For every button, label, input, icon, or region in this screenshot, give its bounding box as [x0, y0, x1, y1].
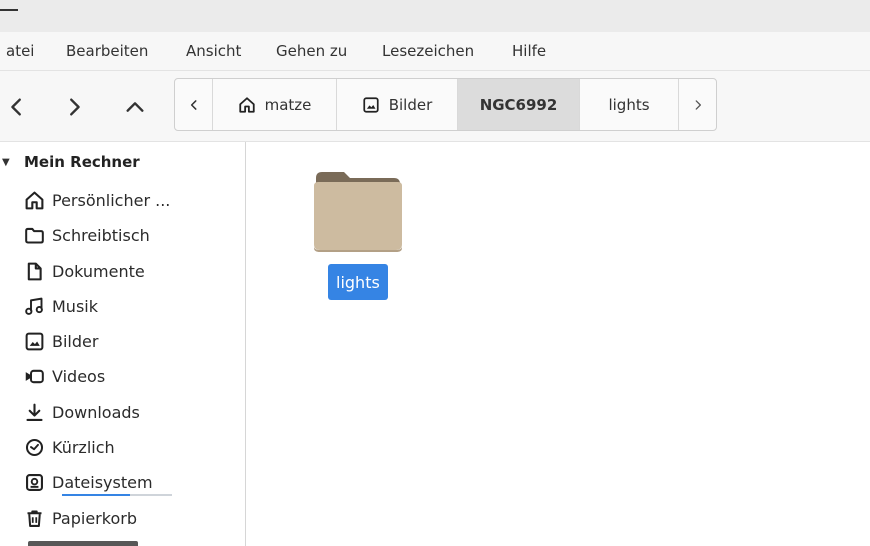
crumb-ngc6992[interactable]: NGC6992 — [458, 79, 580, 130]
crumb-matze[interactable]: matze — [213, 79, 337, 130]
path-bar: matze Bilder NGC6992 lights — [174, 78, 717, 131]
crumb-label: matze — [264, 95, 312, 114]
sidebar-item-label: Dokumente — [52, 261, 145, 281]
menu-file[interactable]: atei — [6, 42, 34, 60]
filesystem-usage-fill — [62, 494, 131, 496]
sidebar-item-label: Musik — [52, 296, 98, 316]
trash-icon — [27, 509, 42, 527]
crumb-label: Bilder — [388, 95, 433, 114]
crumb-label: NGC6992 — [479, 95, 558, 114]
menu-help[interactable]: Hilfe — [512, 42, 546, 60]
folder-icon — [25, 227, 44, 244]
sidebar-item-desktop[interactable]: Schreibtisch — [24, 223, 150, 247]
sidebar-item-label: Persönlicher ... — [52, 190, 171, 210]
title-bar — [0, 0, 870, 32]
sidebar-item-videos[interactable]: Videos — [24, 364, 105, 388]
sidebar-item-label: Downloads — [52, 402, 140, 422]
menu-bar: atei Bearbeiten Ansicht Gehen zu Lesezei… — [0, 32, 870, 71]
sidebar-item-label: Dateisystem — [52, 472, 153, 492]
sidebar-item-documents[interactable]: Dokumente — [24, 259, 145, 283]
image-icon — [363, 96, 379, 113]
file-view[interactable]: lights — [246, 142, 870, 546]
toolbar: matze Bilder NGC6992 lights — [0, 71, 870, 142]
sidebar: ▼ Mein Rechner Persönlicher ... Schreibt… — [0, 142, 246, 546]
forward-button[interactable] — [57, 91, 91, 123]
chevron-right-icon — [695, 99, 701, 110]
video-icon — [25, 369, 44, 383]
menu-view[interactable]: Ansicht — [186, 42, 241, 60]
crumb-label: lights — [608, 95, 650, 114]
window-menu-dash[interactable] — [0, 9, 18, 11]
image-icon — [25, 332, 44, 350]
chevron-left-icon — [11, 98, 21, 116]
path-scroll-right-button[interactable] — [679, 79, 716, 130]
folder-item[interactable]: lights — [312, 164, 404, 304]
chevron-left-icon — [190, 99, 197, 110]
sidebar-item-music[interactable]: Musik — [24, 294, 98, 318]
expander-icon[interactable]: ▼ — [2, 157, 12, 168]
sidebar-item-pictures[interactable]: Bilder — [24, 329, 98, 353]
up-button[interactable] — [118, 91, 152, 123]
section-my-computer[interactable]: ▼ Mein Rechner — [0, 151, 140, 173]
crumb-lights[interactable]: lights — [580, 79, 679, 130]
drive-icon — [26, 473, 43, 491]
folder-icon — [314, 172, 402, 252]
menu-go[interactable]: Gehen zu — [276, 42, 347, 60]
sidebar-item-home[interactable]: Persönlicher ... — [24, 188, 170, 212]
sidebar-item-filesystem[interactable]: Dateisystem — [24, 470, 153, 494]
home-icon — [238, 96, 255, 113]
section-label: Mein Rechner — [24, 153, 140, 171]
path-scroll-left-button[interactable] — [175, 79, 213, 130]
filesystem-usage-bar — [62, 494, 172, 496]
sidebar-item-downloads[interactable]: Downloads — [24, 400, 140, 424]
file-manager-window: atei Bearbeiten Ansicht Gehen zu Lesezei… — [0, 0, 870, 546]
back-button[interactable] — [0, 91, 34, 123]
sidebar-item-trash[interactable]: Papierkorb — [24, 506, 137, 530]
sidebar-item-label: Videos — [52, 366, 106, 386]
chevron-up-icon — [126, 102, 144, 112]
chevron-right-icon — [70, 98, 80, 116]
folder-name-label[interactable]: lights — [328, 264, 388, 300]
music-icon — [25, 297, 43, 315]
sidebar-item-recent[interactable]: Kürzlich — [24, 435, 115, 459]
home-icon — [25, 191, 44, 209]
sidebar-item-label: Schreibtisch — [52, 225, 150, 245]
sidebar-item-label: Kürzlich — [52, 437, 115, 457]
sidebar-item-label: Bilder — [52, 331, 99, 351]
sidebar-item-label: Papierkorb — [52, 508, 137, 528]
clock-icon — [25, 438, 44, 456]
crumb-bilder[interactable]: Bilder — [337, 79, 458, 130]
menu-bookmarks[interactable]: Lesezeichen — [382, 42, 474, 60]
download-icon — [26, 403, 43, 421]
menu-edit[interactable]: Bearbeiten — [66, 42, 148, 60]
document-icon — [27, 262, 42, 280]
sidebar-next-section-cutoff — [28, 541, 138, 546]
